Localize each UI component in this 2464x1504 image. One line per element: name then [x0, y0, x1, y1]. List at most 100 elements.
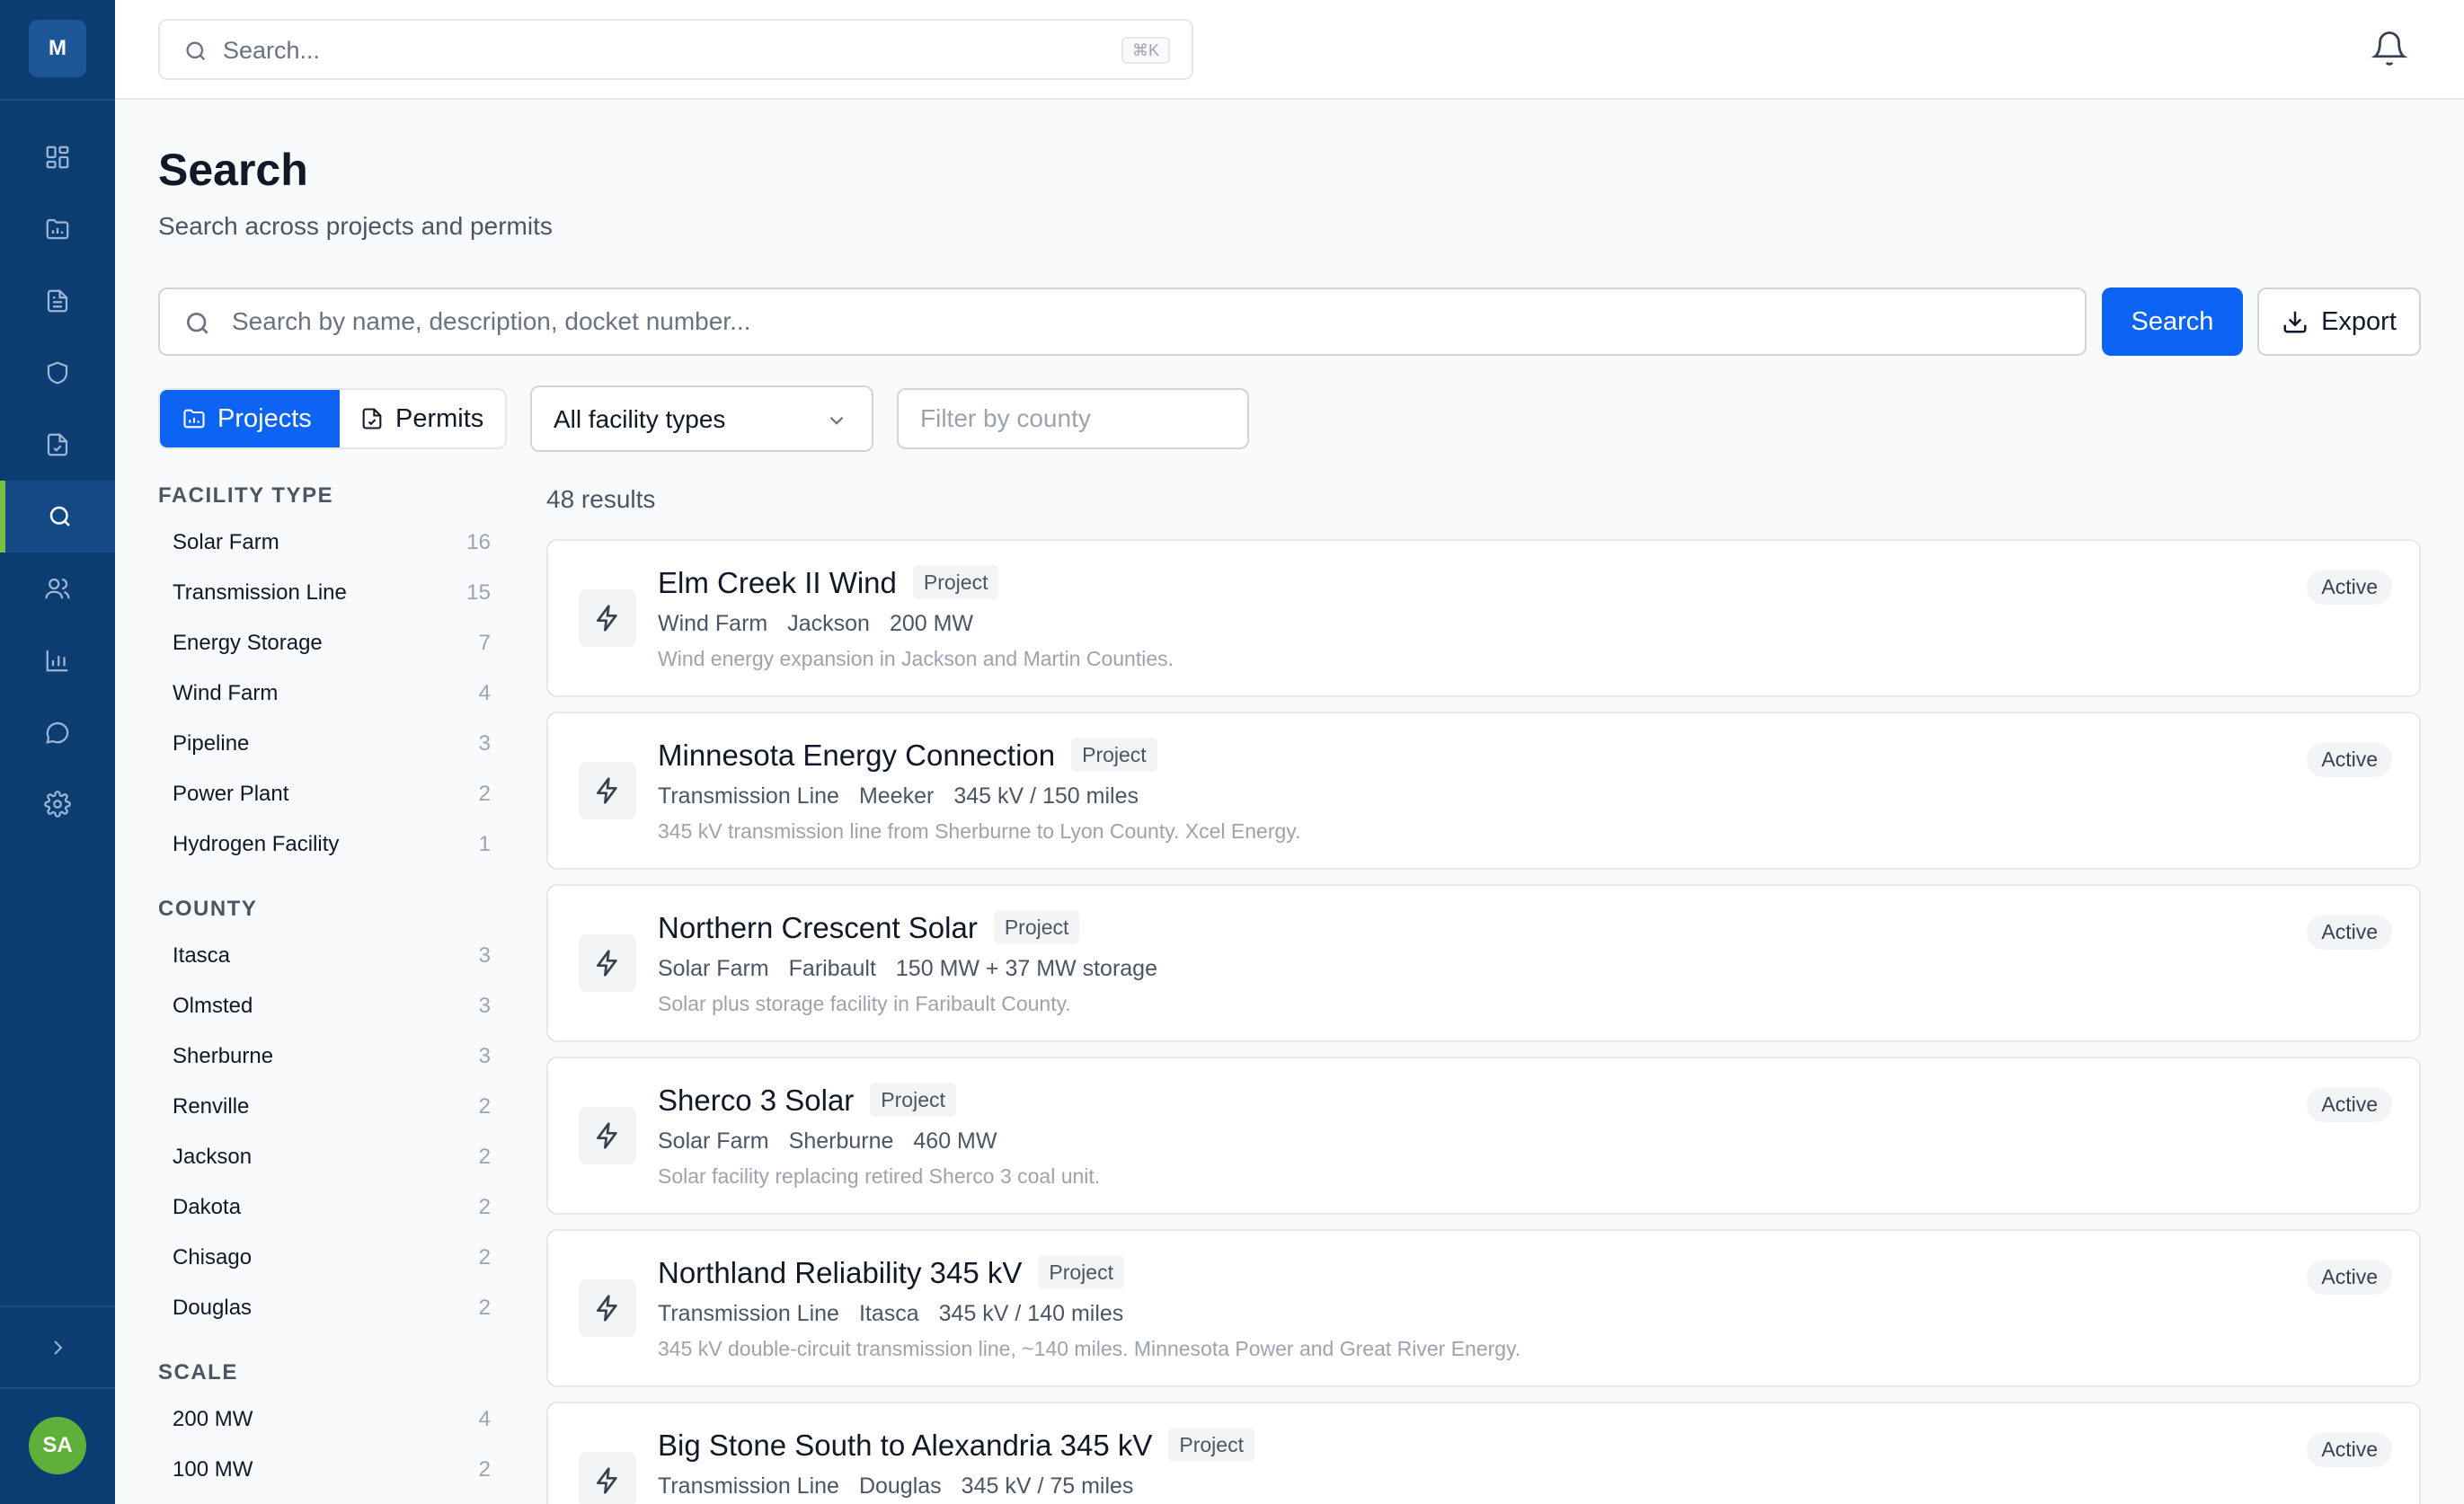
global-search[interactable]: Search... ⌘K — [158, 19, 1193, 80]
result-title[interactable]: Northland Reliability 345 kV — [658, 1256, 1022, 1289]
sidebar-item-settings[interactable] — [0, 768, 115, 840]
facet-item[interactable]: Renville 2 — [158, 1084, 491, 1128]
app-logo[interactable]: M — [29, 20, 86, 77]
facet-item[interactable]: Hydrogen Facility 1 — [158, 821, 491, 866]
page-title: Search — [158, 145, 308, 195]
results-count: 48 results — [546, 485, 656, 513]
result-facility: Solar Farm — [658, 1128, 769, 1154]
page-subtitle: Search across projects and permits — [158, 212, 553, 240]
tab-projects[interactable]: Projects — [160, 390, 340, 447]
facet-item[interactable]: Jackson 2 — [158, 1134, 491, 1179]
facet-count: 2 — [478, 1195, 491, 1219]
sidebar-expand-button[interactable] — [0, 1312, 115, 1384]
facet-label: Transmission Line — [173, 580, 347, 605]
facet-item[interactable]: Wind Farm 4 — [158, 670, 491, 715]
result-card[interactable]: Northern Crescent Solar Project Solar Far… — [546, 884, 2421, 1042]
result-meta: Solar Farm Faribault 150 MW + 37 MW storag… — [658, 956, 1157, 982]
result-card[interactable]: Elm Creek II Wind Project Wind Farm Jackso… — [546, 539, 2421, 697]
sidebar-item-search[interactable] — [0, 481, 115, 553]
facet-heading-scale: SCALE — [158, 1360, 238, 1385]
facility-icon-box — [579, 1279, 636, 1337]
facet-item[interactable]: Pipeline 3 — [158, 721, 491, 765]
result-type-toggle: Projects Permits — [158, 388, 507, 449]
bar-chart-icon — [46, 650, 68, 672]
result-facility: Wind Farm — [658, 611, 768, 636]
result-facility: Solar Farm — [658, 956, 769, 981]
result-scale: 345 kV / 75 miles — [961, 1473, 1134, 1499]
facet-item[interactable]: Dakota 2 — [158, 1184, 491, 1229]
tab-permits[interactable]: Permits — [340, 390, 505, 447]
facet-item[interactable]: 200 MW 4 — [158, 1396, 491, 1441]
facet-item[interactable]: Solar Farm 16 — [158, 519, 491, 564]
result-title[interactable]: Northern Crescent Solar — [658, 911, 978, 944]
result-facility: Transmission Line — [658, 1301, 839, 1326]
main-search-input[interactable] — [232, 302, 2065, 341]
search-icon — [187, 313, 208, 334]
facet-item[interactable]: Sherburne 3 — [158, 1033, 491, 1078]
result-title[interactable]: Elm Creek II Wind — [658, 566, 897, 599]
facility-type-select-value: All facility types — [554, 405, 726, 433]
result-card[interactable]: Minnesota Energy Connection Project Trans… — [546, 712, 2421, 870]
result-title-row: Northland Reliability 345 kV Project — [658, 1254, 1124, 1290]
sidebar-item-documents[interactable] — [0, 265, 115, 337]
export-button[interactable]: Export — [2257, 288, 2421, 356]
sidebar-item-analytics[interactable] — [0, 624, 115, 696]
facet-count: 3 — [478, 731, 491, 756]
sidebar-item-projects[interactable] — [0, 193, 115, 265]
facet-item[interactable]: Douglas 2 — [158, 1285, 491, 1330]
sidebar-item-dashboard[interactable] — [0, 121, 115, 193]
facet-count: 4 — [478, 681, 491, 705]
facet-label: 100 MW — [173, 1457, 253, 1482]
status-badge: Active — [2307, 1087, 2392, 1122]
type-badge: Project — [1071, 737, 1157, 772]
facet-label: Itasca — [173, 943, 231, 968]
search-icon — [49, 506, 70, 526]
lightning-icon — [597, 1467, 617, 1494]
result-card[interactable]: Sherco 3 Solar Project Solar Farm Sherburn… — [546, 1057, 2421, 1215]
search-button[interactable]: Search — [2102, 288, 2243, 356]
result-scale: 345 kV / 140 miles — [938, 1301, 1124, 1326]
sidebar-item-permits[interactable] — [0, 409, 115, 481]
facility-icon-box — [579, 934, 636, 992]
result-meta: Transmission Line Itasca 345 kV / 140 mile… — [658, 1301, 1123, 1327]
facet-item[interactable]: Energy Storage 7 — [158, 620, 491, 665]
status-badge: Active — [2307, 1432, 2392, 1467]
sidebar-item-compliance[interactable] — [0, 337, 115, 409]
result-county: Jackson — [787, 611, 870, 636]
result-scale: 200 MW — [889, 611, 974, 636]
sidebar-item-messages[interactable] — [0, 696, 115, 768]
user-avatar[interactable]: SA — [29, 1417, 86, 1474]
facet-item[interactable]: Transmission Line 15 — [158, 570, 491, 615]
facet-item[interactable]: 100 MW 2 — [158, 1446, 491, 1491]
type-badge: Project — [912, 564, 999, 599]
chevron-right-icon — [54, 1340, 63, 1355]
result-title[interactable]: Minnesota Energy Connection — [658, 739, 1055, 772]
result-description: 345 kV transmission line from Sherburne … — [658, 819, 1301, 843]
sidebar-divider — [0, 1305, 115, 1307]
result-title[interactable]: Sherco 3 Solar — [658, 1084, 854, 1117]
facet-item[interactable]: Olmsted 3 — [158, 983, 491, 1028]
county-filter-input[interactable] — [897, 388, 1249, 449]
facet-item[interactable]: Itasca 3 — [158, 933, 491, 978]
result-description: Wind energy expansion in Jackson and Mar… — [658, 647, 1174, 670]
result-county: Faribault — [788, 956, 876, 981]
facility-icon-box — [579, 762, 636, 819]
result-title-row: Big Stone South to Alexandria 345 kV Proj… — [658, 1427, 1254, 1463]
result-meta: Solar Farm Sherburne 460 MW — [658, 1128, 997, 1155]
sidebar-item-users[interactable] — [0, 553, 115, 624]
facet-count: 1 — [478, 832, 491, 856]
result-card[interactable]: Northland Reliability 345 kV Project Tran… — [546, 1229, 2421, 1387]
facet-item[interactable]: Power Plant 2 — [158, 771, 491, 816]
result-title[interactable]: Big Stone South to Alexandria 345 kV — [658, 1429, 1152, 1462]
notification-bell-icon[interactable] — [2371, 30, 2408, 67]
result-card[interactable]: Big Stone South to Alexandria 345 kV Proj… — [546, 1402, 2421, 1504]
result-description: Solar facility replacing retired Sherco … — [658, 1164, 1101, 1188]
facet-label: Pipeline — [173, 731, 250, 756]
facet-count: 3 — [478, 1044, 491, 1068]
facet-count: 16 — [466, 530, 491, 554]
file-check-icon — [362, 408, 382, 429]
facility-icon-box — [579, 1107, 636, 1164]
facet-item[interactable]: Chisago 2 — [158, 1234, 491, 1279]
facility-type-select[interactable]: All facility types — [530, 385, 873, 452]
result-meta: Transmission Line Douglas 345 kV / 75 mile… — [658, 1473, 1133, 1500]
